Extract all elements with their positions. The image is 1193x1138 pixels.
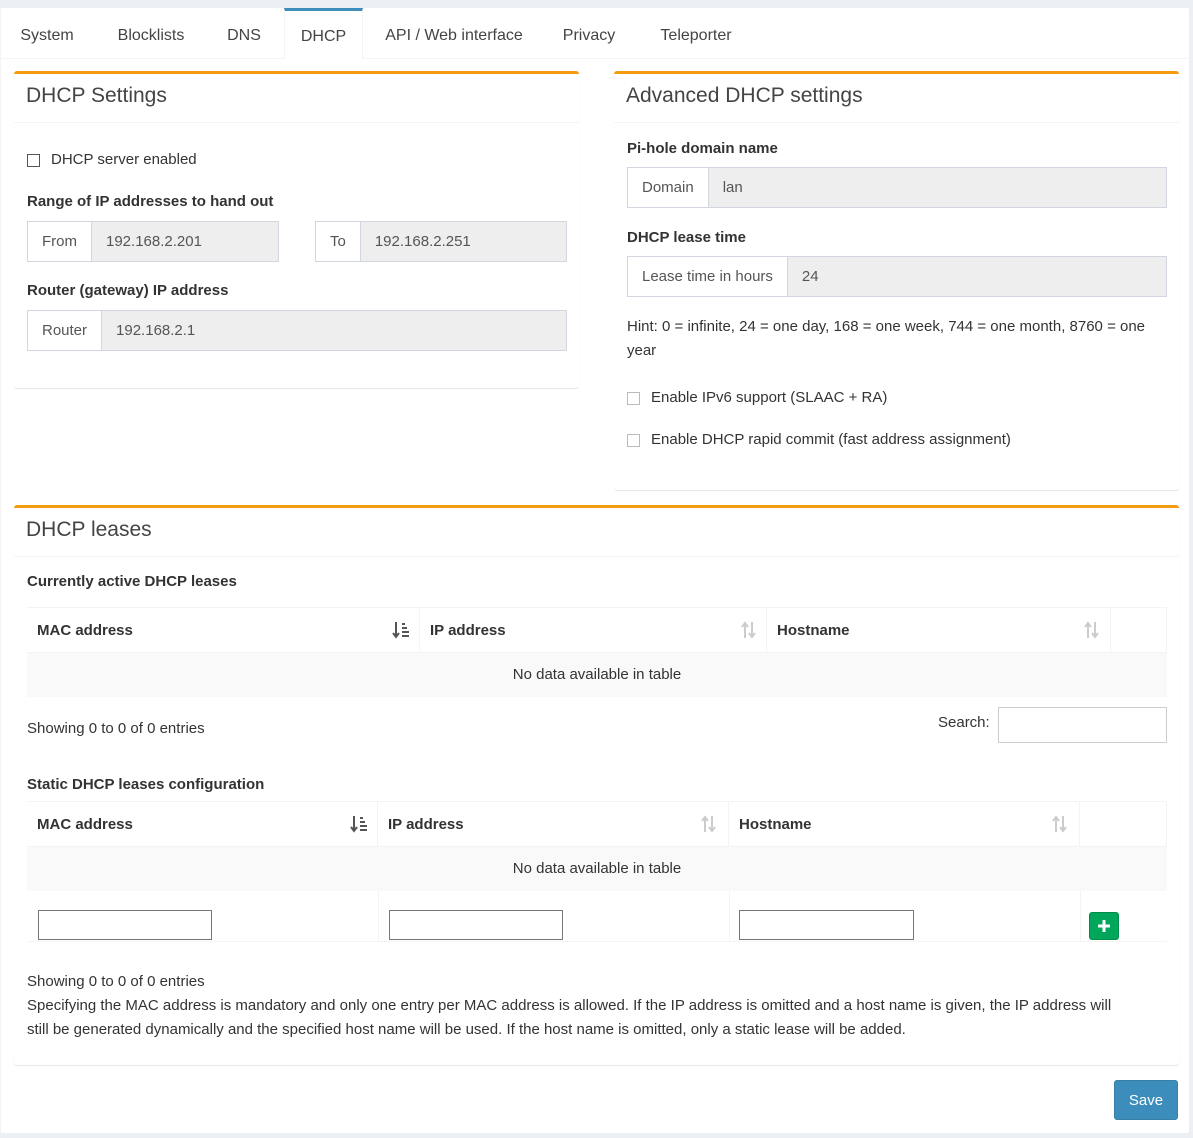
column-header-mac[interactable]: MAC address bbox=[27, 608, 420, 654]
column-header-mac[interactable]: MAC address bbox=[27, 802, 378, 848]
divider bbox=[14, 556, 1179, 557]
sort-both-icon bbox=[1084, 621, 1099, 639]
from-input-group: From 192.168.2.201 bbox=[27, 221, 279, 262]
column-header-ip[interactable]: IP address bbox=[420, 608, 767, 654]
divider bbox=[614, 122, 1179, 123]
hint-text-line2: year bbox=[627, 342, 657, 359]
new-ip-input[interactable] bbox=[389, 910, 563, 940]
tab-privacy[interactable]: Privacy bbox=[547, 8, 631, 59]
add-static-lease-button[interactable] bbox=[1089, 912, 1119, 940]
plus-icon bbox=[1098, 920, 1110, 932]
static-leases-header: MAC address IP address Hostname bbox=[27, 801, 1167, 848]
rapid-commit-checkbox[interactable] bbox=[627, 434, 640, 447]
tab-dns[interactable]: DNS bbox=[213, 8, 275, 59]
sort-both-icon bbox=[741, 621, 756, 639]
router-label: Router (gateway) IP address bbox=[27, 282, 229, 299]
domain-label: Pi-hole domain name bbox=[627, 140, 778, 157]
domain-input-group: Domain lan bbox=[627, 167, 1167, 208]
router-field[interactable]: 192.168.2.1 bbox=[102, 311, 566, 350]
divider bbox=[14, 122, 579, 123]
lease-time-label: DHCP lease time bbox=[627, 229, 746, 246]
column-header-label: Hostname bbox=[739, 816, 812, 833]
from-addon: From bbox=[28, 222, 92, 261]
box-title: DHCP leases bbox=[26, 518, 152, 541]
ipv6-checkbox[interactable] bbox=[627, 392, 640, 405]
settings-container: System Blocklists DNS DHCP API / Web int… bbox=[0, 8, 1190, 1133]
active-showing-info: Showing 0 to 0 of 0 entries bbox=[27, 720, 205, 737]
column-header-label: MAC address bbox=[37, 622, 133, 639]
column-header-hostname[interactable]: Hostname bbox=[729, 802, 1080, 848]
lease-time-field[interactable]: 24 bbox=[787, 257, 1166, 296]
column-header-ip[interactable]: IP address bbox=[378, 802, 729, 848]
to-field[interactable]: 192.168.2.251 bbox=[360, 222, 566, 261]
active-leases-header: MAC address IP address Hostname bbox=[27, 607, 1167, 654]
dhcp-leases-box: DHCP leases Currently active DHCP leases… bbox=[14, 505, 1179, 1065]
router-input-group: Router 192.168.2.1 bbox=[27, 310, 567, 351]
to-input-group: To 192.168.2.251 bbox=[315, 221, 567, 262]
cell-divider bbox=[378, 891, 379, 942]
box-title: DHCP Settings bbox=[26, 84, 167, 107]
cell-divider bbox=[1080, 891, 1081, 942]
column-header-label: MAC address bbox=[37, 816, 133, 833]
static-lease-note-line1: Specifying the MAC address is mandatory … bbox=[27, 997, 1112, 1014]
tab-dhcp[interactable]: DHCP bbox=[284, 8, 363, 60]
column-header-actions bbox=[1111, 608, 1167, 654]
domain-field[interactable]: lan bbox=[708, 168, 1166, 207]
cell-divider bbox=[729, 891, 730, 942]
dhcp-server-enabled-checkbox[interactable] bbox=[27, 154, 40, 167]
save-button[interactable]: Save bbox=[1114, 1080, 1178, 1120]
tab-teleporter[interactable]: Teleporter bbox=[641, 8, 751, 59]
sort-both-icon bbox=[701, 815, 716, 833]
from-field[interactable]: 192.168.2.201 bbox=[92, 222, 278, 261]
search-input[interactable] bbox=[998, 707, 1167, 743]
column-header-label: IP address bbox=[430, 622, 506, 639]
lease-time-addon: Lease time in hours bbox=[628, 257, 788, 296]
hint-text-line1: Hint: 0 = infinite, 24 = one day, 168 = … bbox=[627, 318, 1146, 335]
tab-system[interactable]: System bbox=[1, 8, 93, 59]
new-hostname-input[interactable] bbox=[739, 910, 914, 940]
domain-addon: Domain bbox=[628, 168, 709, 207]
new-mac-input[interactable] bbox=[38, 910, 212, 940]
tab-api-web-interface[interactable]: API / Web interface bbox=[369, 8, 539, 59]
dhcp-settings-box: DHCP Settings DHCP server enabled Range … bbox=[14, 71, 579, 388]
lease-time-input-group: Lease time in hours 24 bbox=[627, 256, 1167, 297]
sort-ascending-icon bbox=[350, 816, 367, 833]
to-addon: To bbox=[316, 222, 361, 261]
box-title: Advanced DHCP settings bbox=[626, 84, 863, 107]
empty-table-row: No data available in table bbox=[27, 653, 1167, 697]
column-header-label: IP address bbox=[388, 816, 464, 833]
router-addon: Router bbox=[28, 311, 103, 350]
column-header-actions bbox=[1080, 802, 1167, 848]
search-label: Search: bbox=[938, 714, 990, 731]
settings-tabs: System Blocklists DNS DHCP API / Web int… bbox=[1, 8, 1190, 60]
column-header-label: Hostname bbox=[777, 622, 850, 639]
column-header-hostname[interactable]: Hostname bbox=[767, 608, 1111, 654]
empty-table-row: No data available in table bbox=[27, 847, 1167, 891]
static-lease-note-line2: still be generated dynamically and the s… bbox=[27, 1021, 906, 1038]
ipv6-label: Enable IPv6 support (SLAAC + RA) bbox=[651, 389, 888, 406]
tab-blocklists[interactable]: Blocklists bbox=[99, 8, 203, 59]
dhcp-server-enabled-label: DHCP server enabled bbox=[51, 151, 197, 168]
advanced-dhcp-box: Advanced DHCP settings Pi-hole domain na… bbox=[614, 71, 1179, 490]
static-showing-info: Showing 0 to 0 of 0 entries bbox=[27, 973, 205, 990]
rapid-commit-label: Enable DHCP rapid commit (fast address a… bbox=[651, 431, 1011, 448]
active-leases-heading: Currently active DHCP leases bbox=[27, 573, 237, 590]
sort-both-icon bbox=[1052, 815, 1067, 833]
static-leases-heading: Static DHCP leases configuration bbox=[27, 776, 265, 793]
range-label: Range of IP addresses to hand out bbox=[27, 193, 274, 210]
sort-ascending-icon bbox=[392, 622, 409, 639]
